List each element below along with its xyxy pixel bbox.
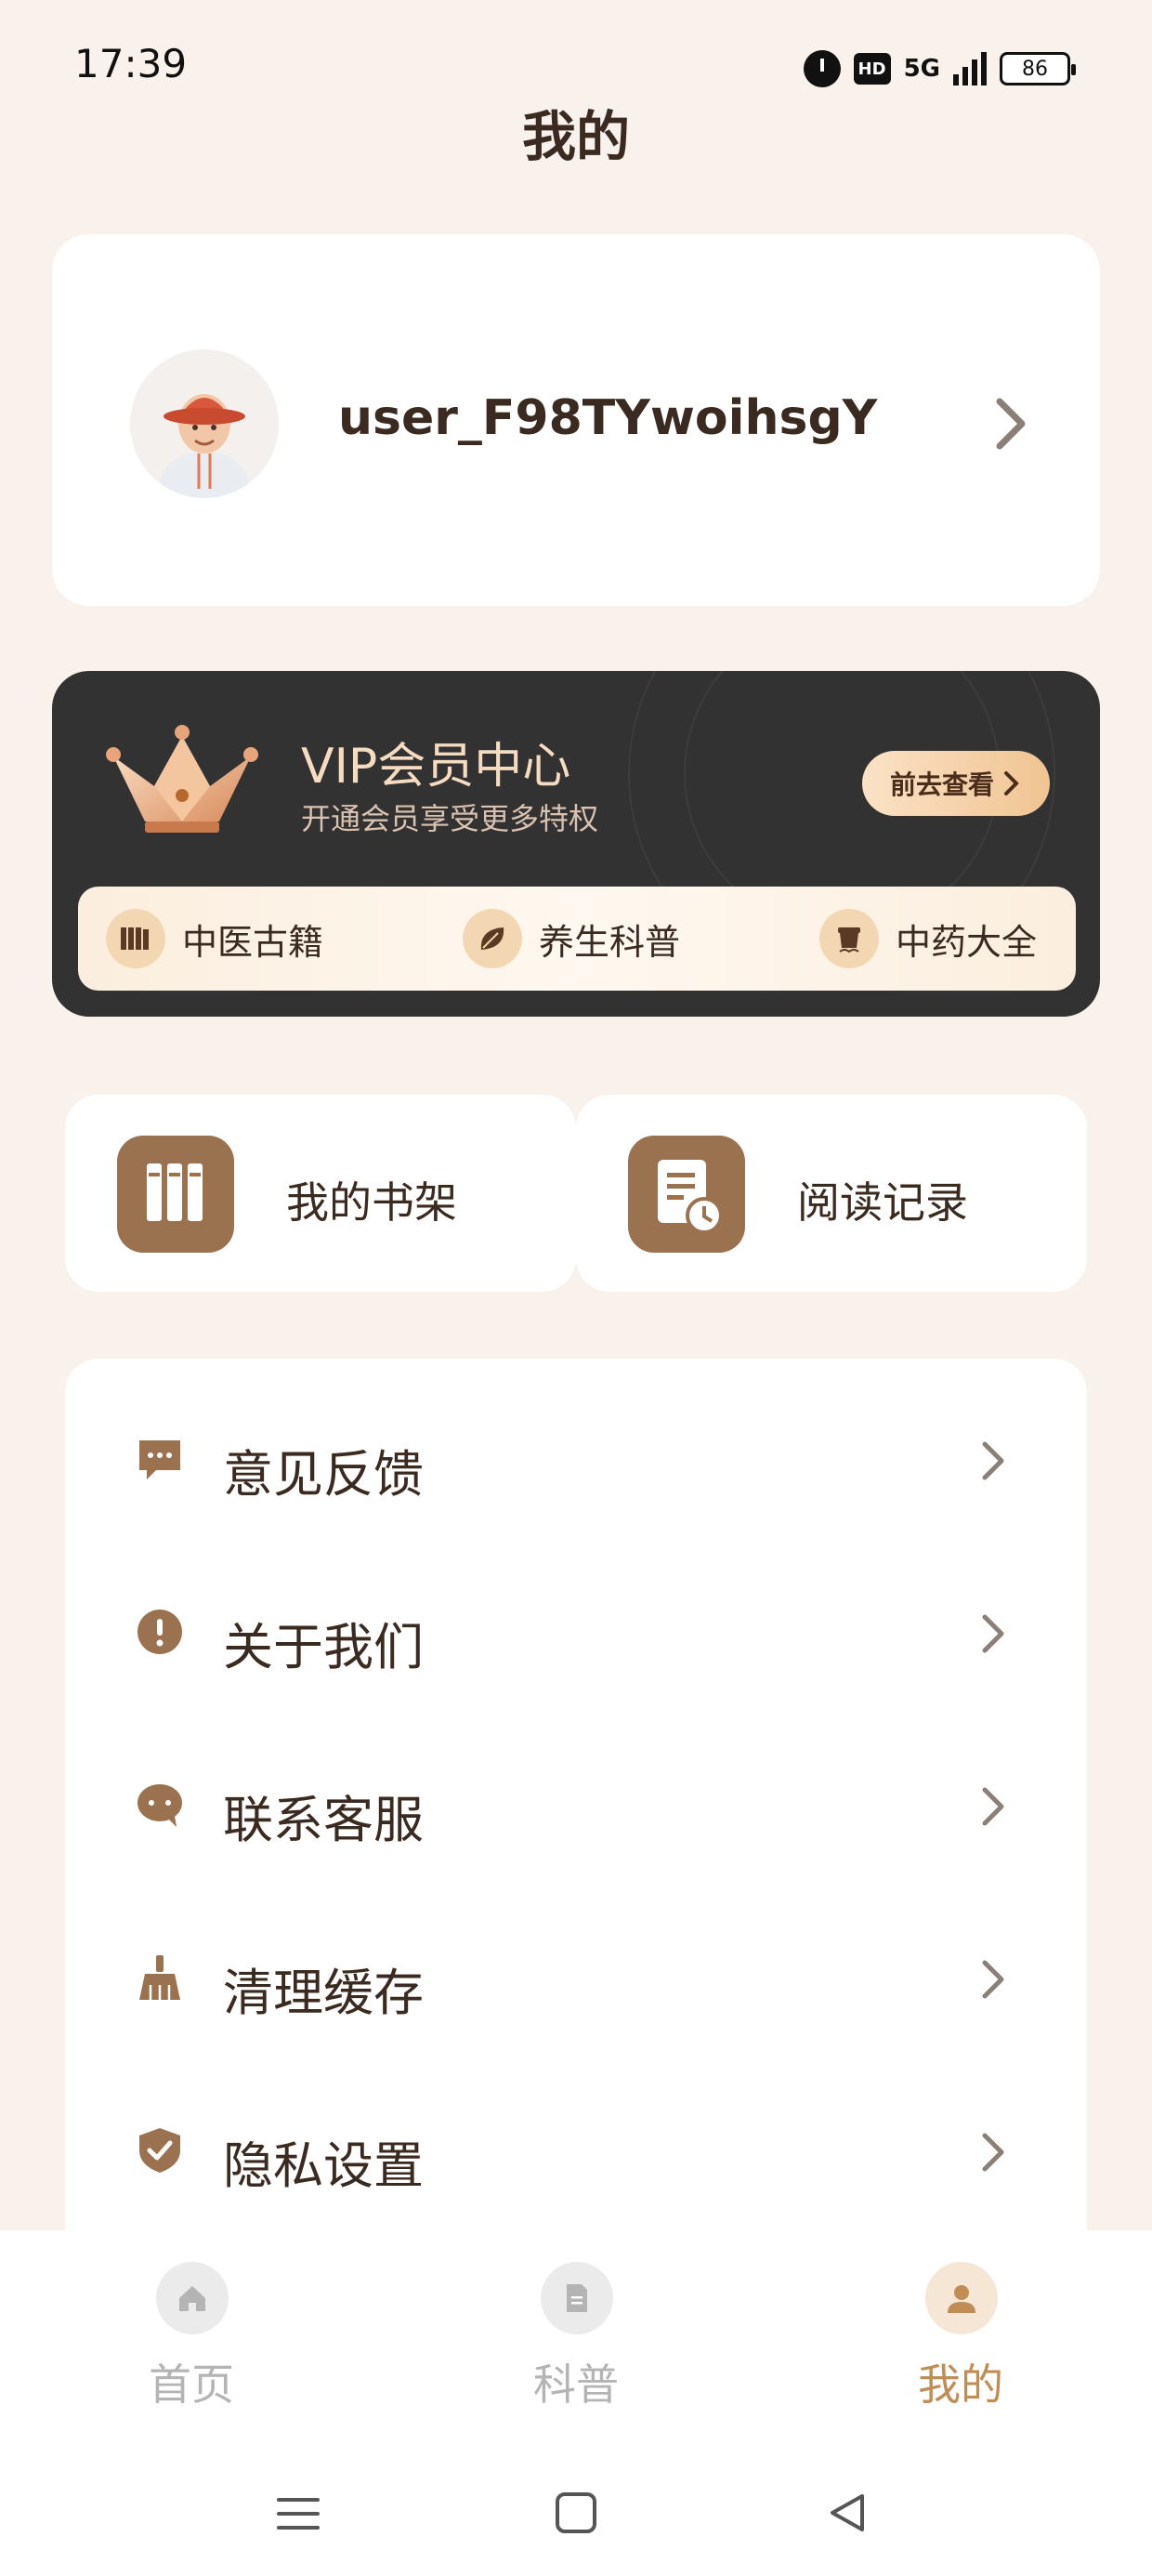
tab-label: 首页 [149, 2359, 234, 2410]
avatar-icon [130, 349, 279, 498]
article-icon [541, 2262, 613, 2334]
bookshelf-label: 我的书架 [286, 1177, 457, 1228]
feature-item[interactable]: 中药大全 [819, 907, 1037, 970]
feature-item[interactable]: 养生科普 [463, 907, 680, 970]
chevron-right-icon [982, 2133, 1004, 2172]
feedback-icon [139, 1440, 180, 1479]
chevron-right-icon [982, 1441, 1004, 1480]
menu-item-label: 联系客服 [223, 1791, 424, 1849]
menu-item-label: 关于我们 [223, 1618, 424, 1676]
network-type: 5G [903, 55, 940, 83]
settings-menu: 意见反馈 关于我们 联系客服 清理缓存 隐私设置 [65, 1359, 1087, 2232]
vip-features: 中医古籍 养生科普 中药大全 [78, 887, 1076, 991]
vip-go-label: 前去查看 [889, 769, 994, 800]
menu-item-label: 隐私设置 [223, 2136, 424, 2195]
tab-label: 科普 [533, 2359, 619, 2410]
feature-label: 养生科普 [539, 921, 681, 963]
status-icons: HD 5G 86 [803, 45, 1076, 93]
vip-title: VIP会员中心 [301, 739, 571, 795]
tab-bar: 首页 科普 我的 [0, 2230, 1152, 2453]
chevron-right-icon [982, 1787, 1004, 1826]
person-icon [925, 2262, 998, 2334]
vip-go-button[interactable]: 前去查看 [862, 751, 1050, 816]
menu-icon[interactable] [275, 2491, 321, 2537]
page-title: 我的 [521, 105, 630, 168]
reading-history-label: 阅读记录 [797, 1177, 968, 1228]
hd-icon: HD [853, 53, 891, 85]
chevron-right-icon[interactable] [983, 387, 1039, 461]
status-time: 17:39 [74, 41, 188, 86]
menu-item-feedback[interactable]: 意见反馈 [65, 1377, 1087, 1550]
menu-item-label: 清理缓存 [223, 1964, 424, 2022]
home-nav-icon[interactable] [552, 2489, 600, 2537]
tab-mine[interactable]: 我的 [821, 2262, 1100, 2429]
chevron-right-icon [982, 1960, 1004, 1999]
feature-label: 中药大全 [896, 921, 1038, 963]
bookshelf-card[interactable]: 我的书架 [65, 1095, 576, 1292]
broom-icon [139, 1955, 180, 2000]
tab-science[interactable]: 科普 [437, 2262, 715, 2429]
customer-service-icon [137, 1784, 182, 1827]
tab-home[interactable]: 首页 [52, 2262, 331, 2429]
menu-item-clear-cache[interactable]: 清理缓存 [65, 1896, 1087, 2069]
menu-item-privacy[interactable]: 隐私设置 [65, 2069, 1087, 2241]
chevron-right-icon [982, 1614, 1004, 1653]
books-icon [106, 909, 165, 968]
signal-icon [953, 52, 987, 85]
bookshelf-icon [117, 1136, 234, 1253]
herb-pot-icon [819, 909, 879, 968]
battery-icon: 86 [1000, 52, 1076, 85]
home-icon [156, 2262, 229, 2334]
menu-item-label: 意见反馈 [223, 1445, 424, 1504]
profile-card[interactable]: user_F98TYwoihsgY [52, 234, 1100, 606]
shield-check-icon [139, 2128, 180, 2173]
system-nav-bar [0, 2453, 1152, 2576]
info-icon [137, 1610, 182, 1654]
leaf-icon [463, 909, 522, 968]
menu-item-customer-service[interactable]: 联系客服 [65, 1723, 1087, 1896]
vip-subtitle: 开通会员享受更多特权 [301, 801, 599, 836]
feature-label: 中医古籍 [182, 921, 324, 963]
reading-history-card[interactable]: 阅读记录 [576, 1095, 1087, 1292]
username[interactable]: user_F98TYwoihsgY [338, 390, 877, 446]
back-icon[interactable] [823, 2489, 871, 2537]
menu-item-about[interactable]: 关于我们 [65, 1550, 1087, 1723]
vip-card[interactable]: VIP会员中心 开通会员享受更多特权 前去查看 中医古籍 养生科普 中药大全 [52, 671, 1100, 1017]
alarm-icon [803, 50, 841, 87]
chevron-right-icon [1004, 771, 1019, 795]
tab-label: 我的 [918, 2359, 1003, 2410]
crown-icon [106, 725, 258, 833]
battery-level: 86 [1022, 57, 1048, 81]
reading-history-icon [628, 1136, 745, 1253]
feature-item[interactable]: 中医古籍 [106, 907, 323, 970]
avatar[interactable] [130, 349, 279, 498]
